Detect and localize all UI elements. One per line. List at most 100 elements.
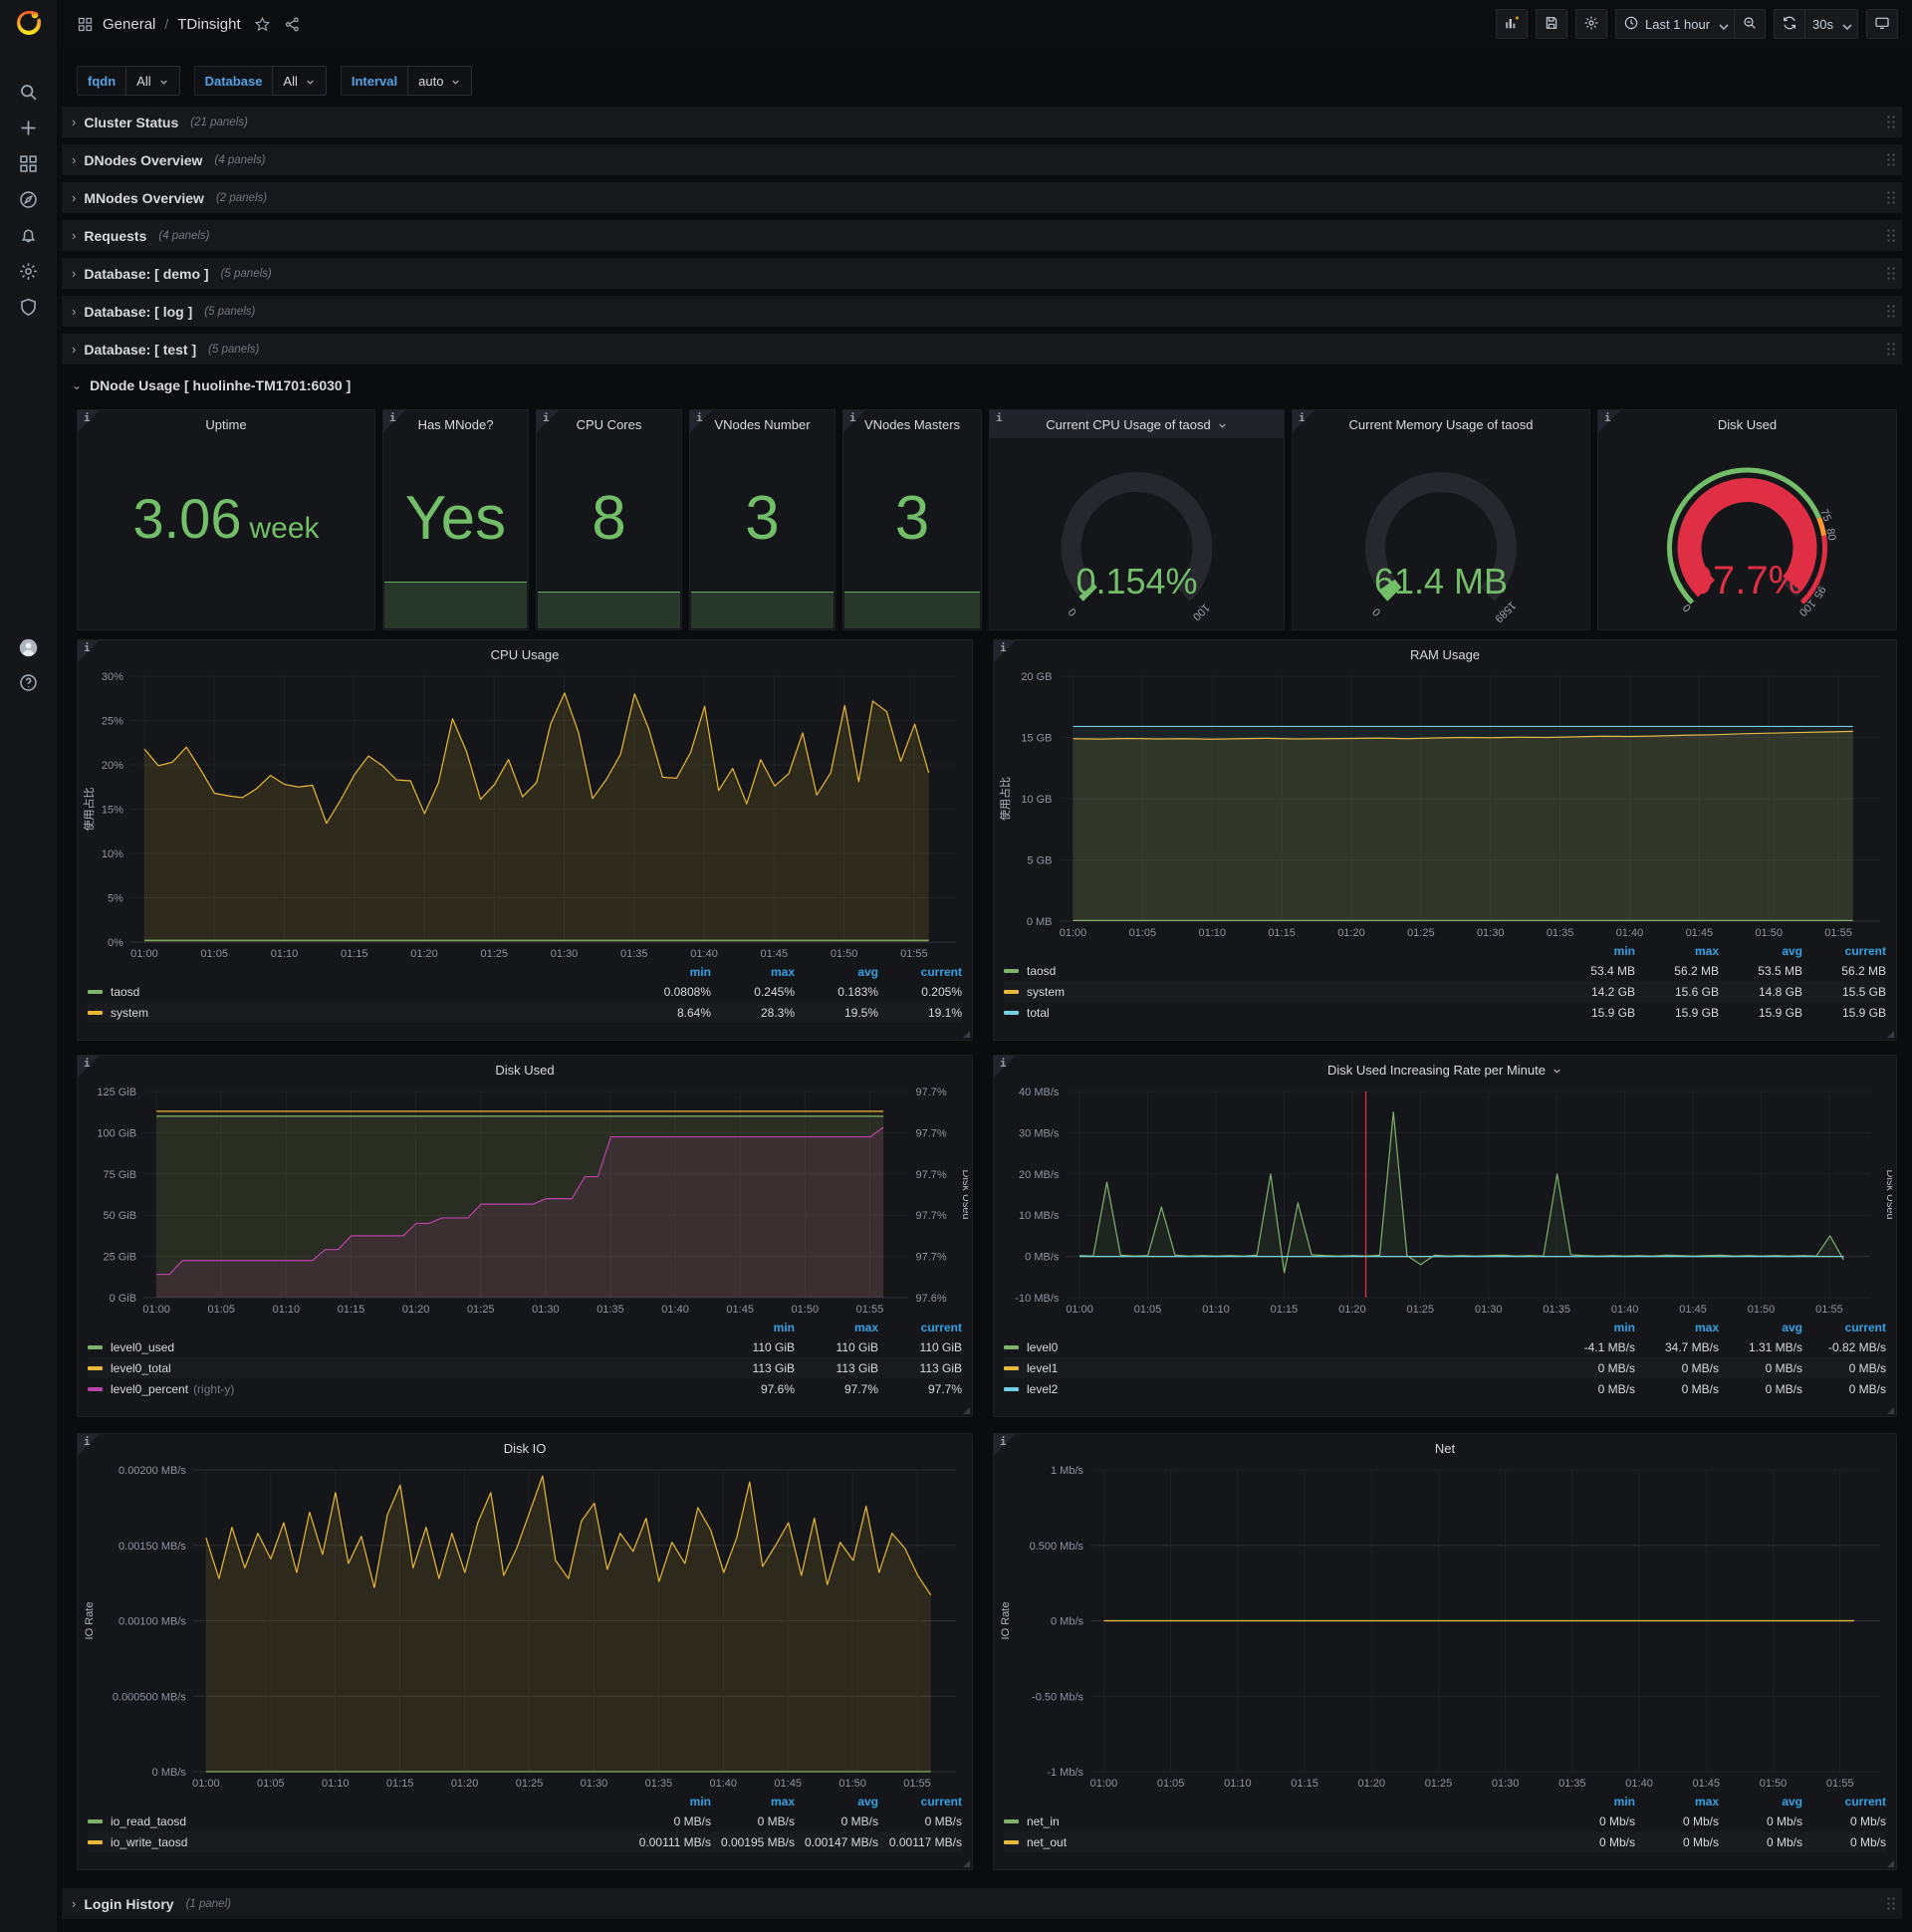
panel-resize-handle[interactable] [963, 1407, 970, 1414]
legend-series-name[interactable]: level2 [1027, 1382, 1058, 1396]
chart-plot-area[interactable]: 0 MB 5 GB 10 GB 15 GB 20 GB 01:00 01:05 01:10 01… [994, 668, 1896, 941]
info-icon[interactable]: i [1000, 1435, 1007, 1448]
zoom-out-time-button[interactable] [1735, 9, 1767, 39]
dashboard-settings-button[interactable] [1574, 9, 1607, 39]
variable-value-dropdown[interactable]: All [125, 66, 180, 96]
legend-series-name[interactable]: net_in [1027, 1814, 1060, 1828]
row-drag-handle[interactable] [1886, 266, 1897, 282]
legend-series-name[interactable]: io_read_taosd [111, 1814, 186, 1828]
legend-column-header[interactable]: max [1635, 941, 1719, 960]
legend-column-header[interactable]: current [878, 1318, 962, 1336]
variable-value-dropdown[interactable]: All [272, 66, 327, 96]
info-icon[interactable]: i [543, 411, 550, 424]
legend-column-header[interactable]: min [1552, 1792, 1635, 1811]
dashboard-row-DNodes Overview[interactable]: › DNodes Overview (4 panels) [62, 144, 1902, 175]
row-drag-handle[interactable] [1886, 228, 1897, 244]
legend-series-swatch[interactable] [1004, 1011, 1019, 1016]
legend-column-header[interactable]: max [1635, 1792, 1719, 1811]
panel-title[interactable]: Disk Used [1598, 410, 1896, 438]
legend-column-header[interactable]: current [878, 1792, 962, 1811]
panel-title[interactable]: Current Memory Usage of taosd [1293, 410, 1589, 438]
star-icon[interactable] [254, 16, 271, 33]
panel-title[interactable]: Disk IO [78, 1434, 972, 1462]
legend-column-header[interactable]: max [795, 1318, 878, 1336]
legend-series-swatch[interactable] [88, 1011, 103, 1016]
chart-plot-area[interactable]: 0 GiB 25 GiB 50 GiB 75 GiB 100 GiB 125 GiB 97.… [78, 1084, 972, 1318]
legend-series-name[interactable]: system [1027, 985, 1065, 999]
add-panel-button[interactable] [1495, 9, 1528, 39]
row-drag-handle[interactable] [1886, 115, 1897, 130]
refresh-interval-button[interactable]: 30s [1805, 9, 1858, 39]
dashboard-row-Database: [ demo ][interactable]: › Database: [ demo ] (5 panels) [62, 258, 1902, 289]
legend-series-name[interactable]: level1 [1027, 1361, 1058, 1375]
legend-series-swatch[interactable] [1004, 1840, 1019, 1845]
row-drag-handle[interactable] [1886, 190, 1897, 206]
panel-resize-handle[interactable] [1887, 1031, 1894, 1038]
legend-column-header[interactable]: max [1635, 1318, 1719, 1336]
info-icon[interactable]: i [1299, 411, 1306, 424]
legend-column-header[interactable]: avg [1719, 1792, 1802, 1811]
legend-series-swatch[interactable] [1004, 1387, 1019, 1392]
breadcrumb-dashboard-title[interactable]: TDinsight [177, 16, 240, 33]
legend-column-header[interactable]: avg [795, 962, 878, 981]
dashboard-row-Database: [ test ][interactable]: › Database: [ test ] (5 panels) [62, 334, 1902, 364]
grafana-logo-icon[interactable] [13, 7, 45, 39]
chart-plot-area[interactable]: -10 MB/s 0 MB/s 10 MB/s 20 MB/s 30 MB/s 40 MB… [994, 1084, 1896, 1318]
dashboard-row-dnode-usage[interactable]: ⌄ DNode Usage [ huolinhe-TM1701:6030 ] [62, 370, 1902, 400]
refresh-button[interactable] [1774, 9, 1806, 39]
row-drag-handle[interactable] [1886, 342, 1897, 358]
legend-series-swatch[interactable] [1004, 1366, 1019, 1371]
legend-column-header[interactable]: min [711, 1318, 795, 1336]
legend-series-swatch[interactable] [88, 1366, 103, 1371]
alerting-bell-icon[interactable] [18, 225, 39, 246]
breadcrumb-folder[interactable]: General [103, 16, 155, 33]
user-avatar-icon[interactable] [18, 637, 39, 658]
dashboards-icon[interactable] [18, 153, 39, 174]
legend-series-swatch[interactable] [1004, 990, 1019, 995]
legend-column-header[interactable]: avg [795, 1792, 878, 1811]
info-icon[interactable]: i [84, 1435, 91, 1448]
legend-column-header[interactable]: current [1802, 1318, 1886, 1336]
panel-resize-handle[interactable] [963, 1031, 970, 1038]
legend-series-name[interactable]: taosd [1027, 964, 1056, 978]
legend-column-header[interactable]: min [627, 1792, 711, 1811]
share-icon[interactable] [284, 16, 301, 33]
legend-column-header[interactable]: max [711, 962, 795, 981]
explore-compass-icon[interactable] [18, 189, 39, 210]
info-icon[interactable]: i [1604, 411, 1611, 424]
legend-series-swatch[interactable] [88, 1819, 103, 1824]
plus-icon[interactable] [18, 118, 39, 138]
legend-series-name[interactable]: total [1027, 1006, 1050, 1020]
row-drag-handle[interactable] [1886, 1896, 1897, 1912]
panel-title[interactable]: Disk Used [78, 1056, 972, 1084]
chart-plot-area[interactable]: -1 Mb/s -0.50 Mb/s 0 Mb/s 0.500 Mb/s 1 Mb/s 0… [994, 1462, 1896, 1792]
legend-column-header[interactable]: current [878, 962, 962, 981]
panel-title[interactable]: Disk Used Increasing Rate per Minute [994, 1056, 1896, 1084]
chart-plot-area[interactable]: 0 MB/s 0.000500 MB/s 0.00100 MB/s 0.00150 M… [78, 1462, 972, 1792]
row-drag-handle[interactable] [1886, 152, 1897, 168]
legend-column-header[interactable]: avg [1719, 941, 1802, 960]
legend-column-header[interactable]: min [627, 962, 711, 981]
save-dashboard-button[interactable] [1535, 9, 1567, 39]
legend-series-name[interactable]: level0_total [111, 1361, 171, 1375]
info-icon[interactable]: i [1000, 1057, 1007, 1070]
legend-column-header[interactable]: current [1802, 1792, 1886, 1811]
legend-series-name[interactable]: system [111, 1006, 148, 1020]
info-icon[interactable]: i [696, 411, 703, 424]
info-icon[interactable]: i [389, 411, 396, 424]
legend-series-name[interactable]: taosd [111, 985, 139, 999]
legend-series-swatch[interactable] [1004, 1819, 1019, 1824]
configuration-gear-icon[interactable] [18, 261, 39, 282]
legend-series-name[interactable]: level0 [1027, 1340, 1058, 1354]
info-icon[interactable]: i [84, 411, 91, 424]
help-icon[interactable] [18, 672, 39, 693]
info-icon[interactable]: i [1000, 641, 1007, 654]
dashboard-row-MNodes Overview[interactable]: › MNodes Overview (2 panels) [62, 182, 1902, 213]
legend-series-name[interactable]: net_out [1027, 1835, 1067, 1849]
panel-resize-handle[interactable] [1887, 1407, 1894, 1414]
panel-resize-handle[interactable] [963, 1860, 970, 1867]
dashboard-row-Database: [ log ][interactable]: › Database: [ log ] (5 panels) [62, 296, 1902, 327]
legend-column-header[interactable]: current [1802, 941, 1886, 960]
info-icon[interactable]: i [849, 411, 856, 424]
search-icon[interactable] [18, 82, 39, 103]
